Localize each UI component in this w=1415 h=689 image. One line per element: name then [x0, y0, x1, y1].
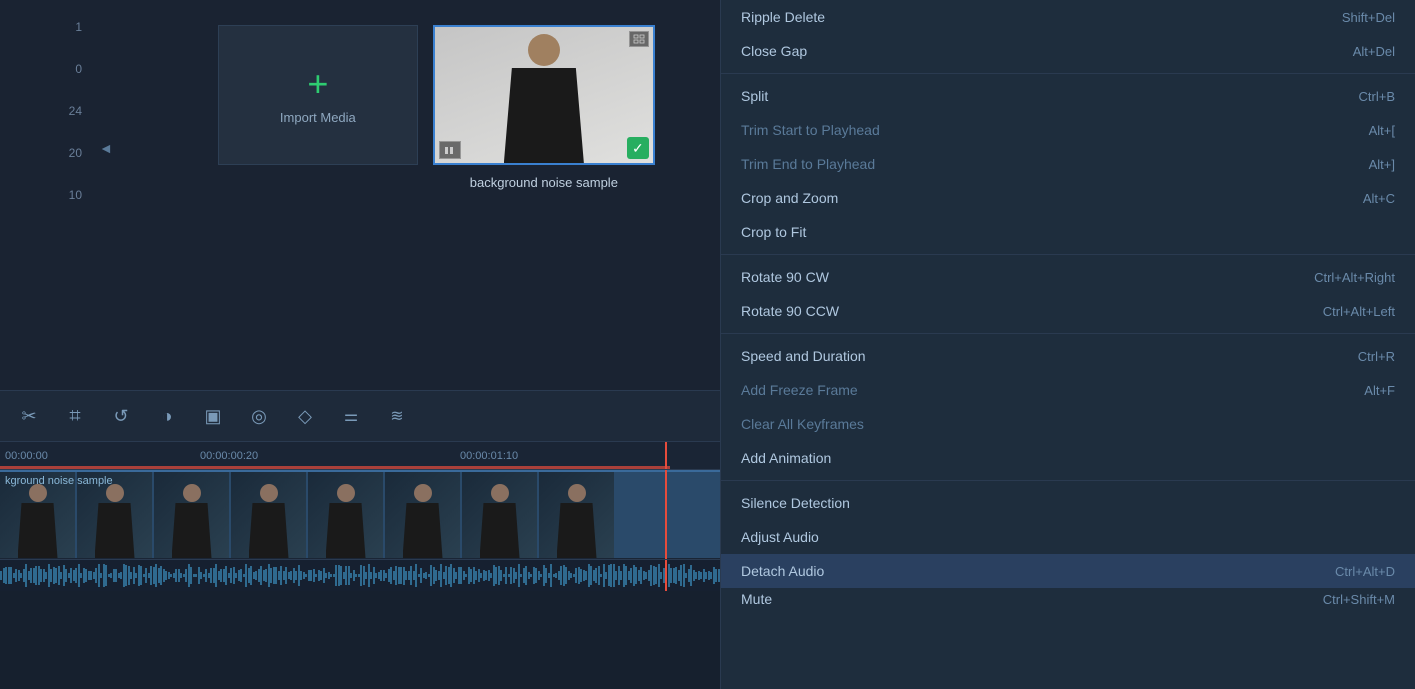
waveform-icon[interactable]: ≋ [383, 402, 411, 430]
menu-item-label: Clear All Keyframes [741, 416, 864, 432]
menu-item-label: Add Freeze Frame [741, 382, 858, 398]
menu-item-shortcut: Ctrl+Alt+D [1335, 564, 1395, 579]
timeline-video-clip[interactable]: kground noise sample [0, 470, 720, 558]
diamond-icon[interactable]: ◇ [291, 402, 319, 430]
paint-icon[interactable]: ◑ [153, 402, 181, 430]
menu-item-trim-end-to-playhead: Trim End to Playhead Alt+] [721, 147, 1415, 181]
ruler-number-10: 10 [69, 188, 82, 202]
menu-item-add-freeze-frame: Add Freeze Frame Alt+F [721, 373, 1415, 407]
menu-separator-8 [721, 254, 1415, 255]
target-icon[interactable]: ◎ [245, 402, 273, 430]
menu-item-label: Trim Start to Playhead [741, 122, 880, 138]
clip-icon-play [439, 141, 461, 159]
video-track: kground noise sample [0, 470, 720, 560]
menu-item-label: Crop and Zoom [741, 190, 838, 206]
menu-item-label: Trim End to Playhead [741, 156, 875, 172]
frame-4 [231, 472, 306, 558]
ruler-number-24: 24 [69, 104, 82, 118]
menu-item-label: Ripple Delete [741, 9, 825, 25]
toolbar: ✂ ⌗ ↺ ◑ ▣ ◎ ◇ ⚌ ≋ [0, 390, 720, 442]
time-marker-110: 00:00:01:10 [460, 450, 518, 462]
plus-icon: + [307, 66, 328, 102]
time-marker-0: 00:00:00 [5, 450, 48, 462]
menu-item-add-animation[interactable]: Add Animation [721, 441, 1415, 475]
menu-item-shortcut: Ctrl+Shift+M [1323, 592, 1395, 607]
menu-item-label: Speed and Duration [741, 348, 866, 364]
menu-item-label: Rotate 90 CW [741, 269, 829, 285]
menu-item-rotate-90-ccw[interactable]: Rotate 90 CCW Ctrl+Alt+Left [721, 294, 1415, 328]
rotate-icon[interactable]: ↺ [107, 402, 135, 430]
menu-item-label: Rotate 90 CCW [741, 303, 839, 319]
media-clip-thumbnail[interactable]: ✓ background noise sample [433, 25, 655, 165]
frame-6 [385, 472, 460, 558]
menu-item-label: Adjust Audio [741, 529, 819, 545]
menu-item-label: Detach Audio [741, 563, 824, 579]
clip-check-icon: ✓ [627, 137, 649, 159]
menu-item-adjust-audio[interactable]: Adjust Audio [721, 520, 1415, 554]
menu-separator-11 [721, 333, 1415, 334]
menu-item-crop-and-zoom[interactable]: Crop and Zoom Alt+C [721, 181, 1415, 215]
menu-item-trim-start-to-playhead: Trim Start to Playhead Alt+[ [721, 113, 1415, 147]
context-menu: Ripple Delete Shift+DelClose Gap Alt+Del… [720, 0, 1415, 689]
clip-icon-grid [629, 31, 649, 47]
menu-item-shortcut: Alt+F [1364, 383, 1395, 398]
timeline-ruler: 00:00:00 00:00:00:20 00:00:01:10 [0, 442, 720, 470]
menu-item-mute[interactable]: Mute Ctrl+Shift+M [721, 588, 1415, 610]
menu-item-shortcut: Alt+Del [1353, 44, 1395, 59]
ruler-number-20: 20 [69, 146, 82, 160]
menu-item-shortcut: Ctrl+R [1358, 349, 1395, 364]
playhead-audio-line [665, 560, 667, 591]
audio-track [0, 560, 720, 591]
clip-title: background noise sample [433, 175, 655, 190]
menu-item-clear-all-keyframes: Clear All Keyframes [721, 407, 1415, 441]
menu-item-label: Crop to Fit [741, 224, 806, 240]
track-clip-label: kground noise sample [5, 475, 113, 487]
ruler-number-0: 0 [75, 62, 82, 76]
playhead-video-line [665, 470, 667, 559]
menu-item-shortcut: Ctrl+Alt+Left [1323, 304, 1395, 319]
media-bin: 1 0 24 20 10 ◄ + Import Media [0, 0, 720, 390]
audio-waveform [0, 560, 720, 591]
menu-item-label: Split [741, 88, 768, 104]
ruler-number-1: 1 [75, 20, 82, 34]
menu-item-detach-audio[interactable]: Detach Audio Ctrl+Alt+D [721, 554, 1415, 588]
collapse-arrow-icon[interactable]: ◄ [99, 140, 113, 156]
menu-item-label: Silence Detection [741, 495, 850, 511]
scissors-icon[interactable]: ✂ [15, 402, 43, 430]
menu-item-shortcut: Alt+[ [1369, 123, 1395, 138]
menu-item-label: Mute [741, 591, 772, 607]
frame-3 [154, 472, 229, 558]
menu-item-rotate-90-cw[interactable]: Rotate 90 CW Ctrl+Alt+Right [721, 260, 1415, 294]
menu-item-close-gap[interactable]: Close Gap Alt+Del [721, 34, 1415, 68]
left-panel: 1 0 24 20 10 ◄ + Import Media [0, 0, 720, 689]
import-media-label: Import Media [280, 110, 356, 125]
menu-item-label: Add Animation [741, 450, 831, 466]
frame-5 [308, 472, 383, 558]
menu-item-split[interactable]: Split Ctrl+B [721, 79, 1415, 113]
menu-item-label: Close Gap [741, 43, 807, 59]
menu-item-shortcut: Ctrl+B [1359, 89, 1395, 104]
monitor-icon[interactable]: ▣ [199, 402, 227, 430]
menu-item-shortcut: Alt+C [1363, 191, 1395, 206]
menu-item-silence-detection[interactable]: Silence Detection [721, 486, 1415, 520]
clip-top-icons [629, 31, 649, 47]
frame-7 [462, 472, 537, 558]
menu-item-speed-and-duration[interactable]: Speed and Duration Ctrl+R [721, 339, 1415, 373]
menu-item-ripple-delete[interactable]: Ripple Delete Shift+Del [721, 0, 1415, 34]
equalizer-icon[interactable]: ⚌ [337, 402, 365, 430]
import-media-button[interactable]: + Import Media [218, 25, 418, 165]
menu-item-shortcut: Ctrl+Alt+Right [1314, 270, 1395, 285]
menu-separator-16 [721, 480, 1415, 481]
time-marker-20: 00:00:00:20 [200, 450, 258, 462]
menu-item-shortcut: Shift+Del [1342, 10, 1395, 25]
menu-item-shortcut: Alt+] [1369, 157, 1395, 172]
crop-icon[interactable]: ⌗ [61, 402, 89, 430]
timeline-area: 00:00:00 00:00:00:20 00:00:01:10 kground… [0, 442, 720, 689]
menu-separator-2 [721, 73, 1415, 74]
playhead-ruler-line [665, 442, 667, 469]
menu-item-crop-to-fit[interactable]: Crop to Fit [721, 215, 1415, 249]
frame-8 [539, 472, 614, 558]
